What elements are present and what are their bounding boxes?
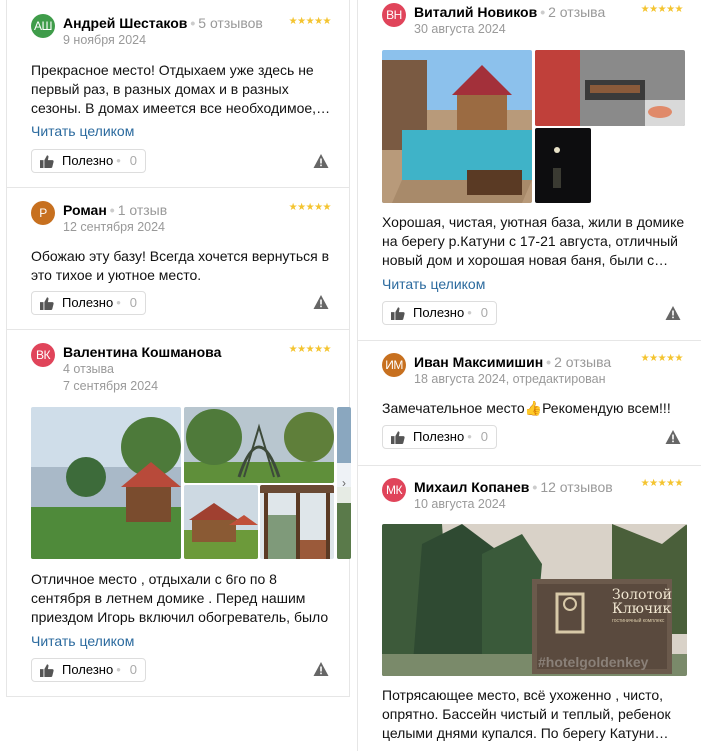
review-card: ИМ Иван Максимишин • 2 отзыва 18 августа 2… [358,341,701,466]
reviews-column-right: ВН Виталий Новиков • 2 отзыва 30 августа 2… [357,0,701,751]
review-date: 9 ноября 2024 [63,33,147,47]
avatar[interactable]: Р [31,201,55,225]
rating-stars: ★★★★★ [288,16,332,27]
review-text: Прекрасное место! Отдыхаем уже здесь не … [31,62,331,116]
read-more-link[interactable]: Читать целиком [31,123,134,139]
useful-button[interactable]: Полезно • 0 [31,291,146,315]
review-photo[interactable] [260,485,334,559]
sign-hashtag: #hotelgoldenkey [538,654,649,670]
review-text: Замечательное место👍Рекомендую всем!!! [382,400,671,416]
read-more-link[interactable]: Читать целиком [31,633,134,649]
reviewer-name[interactable]: Валентина Кошманова [63,344,221,360]
review-card: ВН Виталий Новиков • 2 отзыва 30 августа 2… [358,0,701,341]
sign-title: Золотой Ключик [612,587,672,617]
review-date: 18 августа 2024, отредактирован [414,372,606,386]
review-photo[interactable] [31,407,181,559]
reviewer-name[interactable]: Роман • 1 отзыв [63,202,167,218]
review-photo[interactable] [184,407,334,483]
sign-subtitle: гостиничный комплекс [612,618,665,624]
useful-button[interactable]: Полезно • 0 [382,301,497,325]
review-date: 12 сентября 2024 [63,220,165,234]
report-icon[interactable] [313,661,329,677]
review-text: Потрясающее место, всё ухоженно , чисто,… [382,687,671,741]
review-card: ВК Валентина Кошманова 4 отзыва 7 сентяб… [7,330,351,697]
read-more-link[interactable]: Читать целиком [382,276,485,292]
review-photo[interactable] [535,50,685,126]
avatar[interactable]: МК [382,478,406,502]
review-photo[interactable] [184,485,258,559]
report-icon[interactable] [665,429,681,445]
reviews-column-left: АШ Андрей Шестаков • 5 отзывов 9 ноября 20… [6,0,351,697]
thumbs-up-icon [40,154,54,168]
review-card: МК Михаил Копанев • 12 отзывов 10 августа … [358,466,701,751]
report-icon[interactable] [313,153,329,169]
review-count: 2 отзыва [548,4,606,20]
thumbs-up-icon [391,306,405,320]
report-icon[interactable] [665,305,681,321]
review-date: 10 августа 2024 [414,497,506,511]
avatar[interactable]: ВН [382,3,406,27]
review-date: 30 августа 2024 [414,22,506,36]
rating-stars: ★★★★★ [288,344,332,355]
avatar[interactable]: ИМ [382,353,406,377]
useful-button[interactable]: Полезно • 0 [31,658,146,682]
thumbs-up-icon [40,296,54,310]
rating-stars: ★★★★★ [640,353,684,364]
reviewer-name[interactable]: Михаил Копанев • 12 отзывов [414,479,613,495]
thumbs-up-icon [391,430,405,444]
review-card: АШ Андрей Шестаков • 5 отзывов 9 ноября 20… [7,0,349,188]
review-photo[interactable] [382,50,532,203]
reviewer-name[interactable]: Андрей Шестаков • 5 отзывов [63,15,263,31]
chevron-right-icon[interactable]: › [337,463,351,503]
review-text: Обожаю эту базу! Всегда хочется вернутьс… [31,248,330,283]
avatar[interactable]: ВК [31,343,55,367]
thumbs-up-icon [40,663,54,677]
rating-stars: ★★★★★ [288,202,332,213]
review-date: 7 сентября 2024 [63,379,159,393]
useful-button[interactable]: Полезно • 0 [382,425,497,449]
reviewer-name[interactable]: Виталий Новиков • 2 отзыва [414,4,605,20]
review-count: 1 отзыв [117,202,168,218]
review-count: 5 отзывов [198,15,263,31]
review-count: 12 отзывов [540,479,613,495]
review-text: Хорошая, чистая, уютная база, жили в дом… [382,214,685,268]
review-card: Р Роман • 1 отзыв 12 сентября 2024 ★★★★★ О… [7,188,349,330]
review-photo[interactable] [535,128,591,203]
report-icon[interactable] [313,294,329,310]
review-text: Отличное место , отдыхали с 6го по 8 сен… [31,571,329,625]
reviewer-name[interactable]: Иван Максимишин • 2 отзыва [414,354,611,370]
useful-button[interactable]: Полезно • 0 [31,149,146,173]
review-count: 4 отзыва [63,362,114,376]
rating-stars: ★★★★★ [640,4,684,15]
rating-stars: ★★★★★ [640,478,684,489]
review-count: 2 отзыва [554,354,612,370]
avatar[interactable]: АШ [31,14,55,38]
